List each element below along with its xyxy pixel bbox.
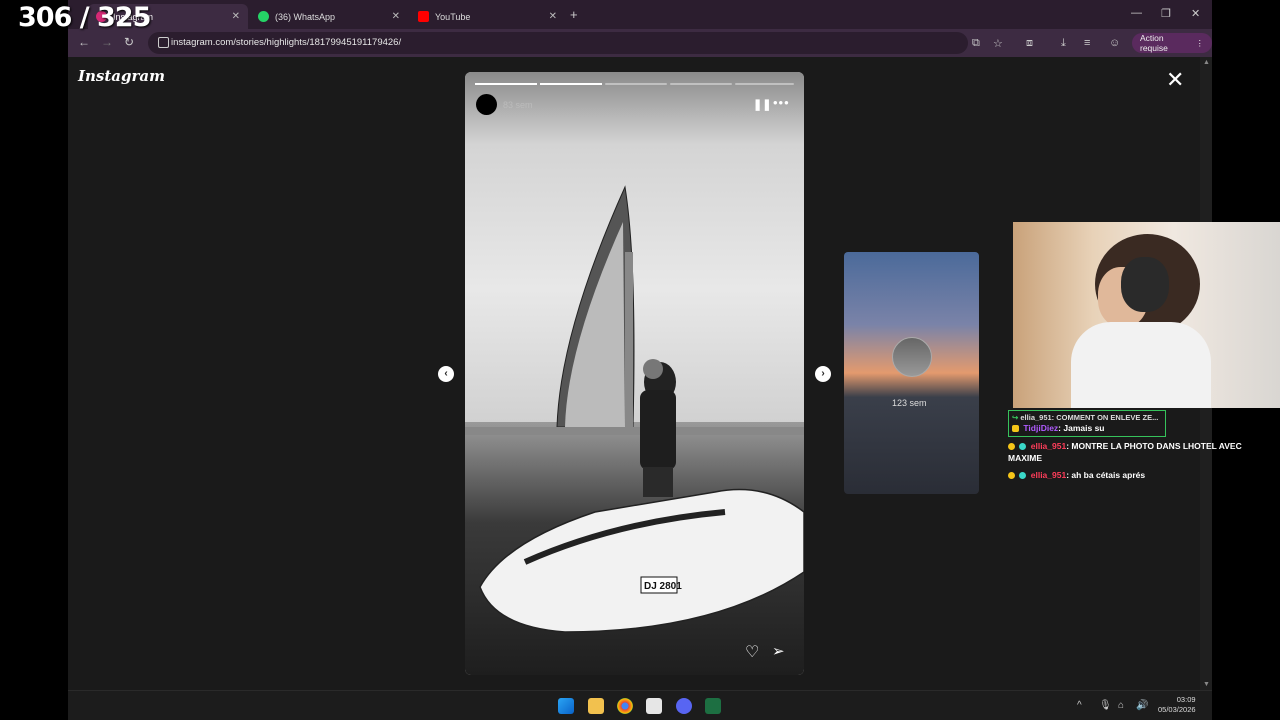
reply-text: COMMENT ON ENLEVE ZE...: [1056, 413, 1159, 422]
progress-counter: 306 / 325: [18, 2, 151, 33]
install-app-icon[interactable]: ⧉: [972, 37, 980, 50]
story-progress-4: [670, 83, 732, 85]
taskbar: ^ 🎙 ⌂ 🔊 03:09 05/03/2026: [68, 690, 1212, 720]
whatsapp-icon: [258, 11, 269, 22]
heart-icon[interactable]: ♡: [745, 642, 759, 662]
clock-time: 03:09: [1176, 695, 1196, 704]
reload-icon[interactable]: ↻: [124, 35, 134, 49]
send-icon[interactable]: ➢: [772, 642, 785, 660]
tab-title: YouTube: [435, 11, 471, 22]
reply-quote: ↪ ellia_951: COMMENT ON ENLEVE ZE...: [1012, 413, 1159, 422]
badge-icon: [1019, 472, 1027, 480]
story-progress-2: [540, 83, 602, 85]
more-options-icon[interactable]: •••: [773, 95, 790, 110]
chat-text: Jamais su: [1063, 423, 1105, 433]
reply-icon: ↪: [1012, 413, 1019, 422]
tab-bar: Instagram ✕ (36) WhatsApp ✕ YouTube ✕ + …: [68, 0, 1212, 29]
media-control-icon[interactable]: ≡: [1084, 37, 1090, 49]
next-story-avatar: [892, 337, 932, 377]
site-info-icon[interactable]: [158, 37, 169, 48]
badge-icon: [1008, 443, 1015, 451]
omnibox[interactable]: instagram.com/stories/highlights/1817994…: [148, 32, 968, 54]
story-progress-1: [475, 83, 537, 85]
svg-text:DJ 2801: DJ 2801: [644, 581, 682, 592]
reply-user: ellia_951: [1020, 413, 1052, 422]
chat-reply: ↪ ellia_951: COMMENT ON ENLEVE ZE... Tid…: [1008, 410, 1166, 437]
address-bar: ← → ↻ instagram.com/stories/highlights/1…: [68, 29, 1212, 57]
chat-message: ellia_951: ah ba cétais aprés: [1008, 469, 1253, 481]
next-story-button[interactable]: ›: [815, 366, 831, 382]
close-icon[interactable]: ✕: [392, 11, 400, 22]
file-explorer-icon[interactable]: [588, 698, 604, 714]
excel-icon[interactable]: [705, 698, 721, 714]
close-icon[interactable]: ✕: [232, 11, 240, 22]
chat-username: ellia_951: [1030, 441, 1067, 451]
kebab-menu-icon: ⋮: [1195, 37, 1205, 48]
profile-icon[interactable]: ☺: [1109, 37, 1120, 49]
story-progress-5: [735, 83, 794, 85]
previous-story-button[interactable]: ‹: [438, 366, 454, 382]
scroll-down-icon[interactable]: ▼: [1203, 681, 1210, 688]
chat-username: ellia_951: [1030, 470, 1067, 480]
microphone-icon[interactable]: 🎙: [1099, 700, 1112, 711]
youtube-icon: [418, 11, 429, 22]
screen: Instagram ✕ (36) WhatsApp ✕ YouTube ✕ + …: [0, 0, 1280, 720]
story-progress-3: [605, 83, 667, 85]
maximize-icon[interactable]: ❐: [1161, 7, 1171, 20]
sub-badge-icon: [1012, 425, 1019, 433]
chrome-icon[interactable]: [617, 698, 633, 714]
extensions-icon[interactable]: ⧈: [1026, 37, 1033, 50]
chat-username: TidjiDiez: [1023, 423, 1059, 433]
tab-title: (36) WhatsApp: [275, 11, 336, 22]
story-viewer[interactable]: DJ 2801 83 sem ❚❚ ••• ♡ ➢: [465, 72, 804, 675]
webcam-overlay: [1013, 222, 1280, 408]
close-icon[interactable]: ✕: [549, 11, 557, 22]
chat-message: ellia_951: MONTRE LA PHOTO DANS LHOTEL A…: [1008, 441, 1242, 463]
clock-date: 05/03/2026: [1158, 705, 1196, 714]
next-story-preview[interactable]: 123 sem: [844, 252, 979, 494]
badge-icon: [1019, 443, 1027, 451]
story-timestamp: 83 sem: [503, 100, 533, 110]
chat-overlay: ↪ ellia_951: COMMENT ON ENLEVE ZE... Tid…: [1008, 410, 1253, 486]
start-icon[interactable]: [558, 698, 574, 714]
story-avatar[interactable]: [476, 94, 497, 115]
pause-icon[interactable]: ❚❚: [753, 98, 771, 111]
headphones: [1121, 257, 1169, 312]
close-story-icon[interactable]: ✕: [1166, 69, 1184, 91]
tab-whatsapp[interactable]: (36) WhatsApp ✕: [250, 4, 408, 29]
tab-youtube[interactable]: YouTube ✕: [410, 4, 565, 29]
discord-icon[interactable]: [676, 698, 692, 714]
minimize-icon[interactable]: —: [1131, 7, 1142, 19]
forward-icon[interactable]: →: [101, 35, 113, 49]
store-icon[interactable]: [646, 698, 662, 714]
back-icon[interactable]: ←: [78, 35, 90, 49]
action-required-button[interactable]: Action requise ⋮: [1132, 33, 1212, 53]
scroll-up-icon[interactable]: ▲: [1203, 59, 1210, 66]
instagram-logo[interactable]: Instagram: [78, 67, 165, 85]
tray-chevron-icon[interactable]: ^: [1077, 700, 1082, 711]
download-icon[interactable]: ⤓: [1061, 37, 1066, 50]
action-required-label: Action requise: [1140, 33, 1168, 53]
new-tab-button[interactable]: +: [570, 7, 578, 22]
chat-text: ah ba cétais aprés: [1071, 470, 1146, 480]
url-text: instagram.com/stories/highlights/1817994…: [171, 37, 402, 48]
webcam-person-shirt: [1071, 322, 1211, 408]
network-icon[interactable]: ⌂: [1118, 700, 1124, 711]
bookmark-star-icon[interactable]: ☆: [993, 37, 1003, 50]
chat-message: TidjiDiez: Jamais su: [1012, 422, 1162, 434]
badge-icon: [1008, 472, 1015, 480]
volume-icon[interactable]: 🔊: [1136, 700, 1148, 711]
close-window-icon[interactable]: ✕: [1191, 7, 1200, 20]
story-photo: DJ 2801: [465, 185, 804, 633]
system-clock[interactable]: 03:09 05/03/2026: [1158, 695, 1196, 715]
next-story-timestamp: 123 sem: [892, 398, 927, 408]
